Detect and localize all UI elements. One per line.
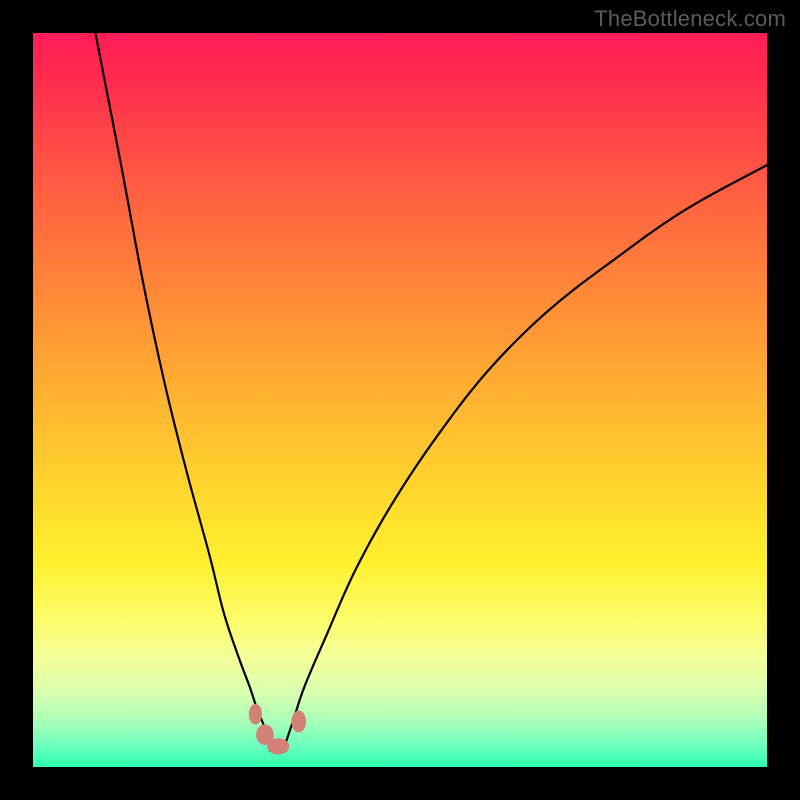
chart-frame: TheBottleneck.com — [0, 0, 800, 800]
dip-mid-2 — [267, 738, 289, 754]
dip-right — [291, 711, 306, 733]
curve-right-branch — [286, 165, 767, 741]
curve-layer — [33, 33, 767, 767]
curve-left-branch — [95, 33, 270, 751]
watermark-text: TheBottleneck.com — [594, 6, 786, 32]
dip-left — [249, 704, 262, 725]
plot-area — [33, 33, 767, 767]
dip-markers — [249, 704, 306, 755]
